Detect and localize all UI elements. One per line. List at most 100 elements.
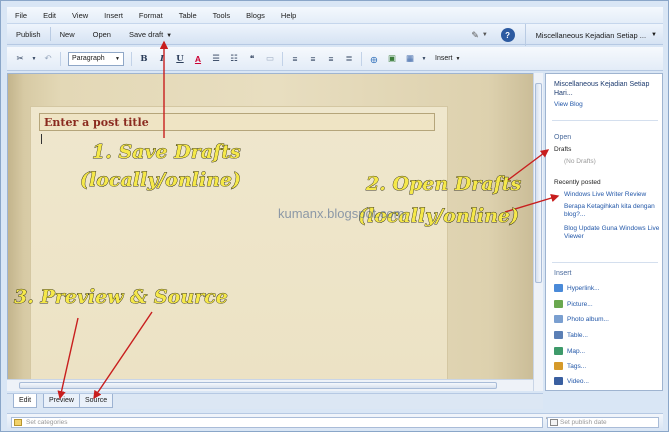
sidebar: Miscellaneous Kejadian Setiap Hari... Vi… xyxy=(545,73,663,391)
menu-view[interactable]: View xyxy=(64,11,96,20)
menu-help[interactable]: Help xyxy=(273,11,304,20)
scrollbar-thumb[interactable] xyxy=(535,83,542,283)
insert-video-item[interactable]: Video... xyxy=(554,376,589,386)
properties-bar: Set categories ▼ Set publish date xyxy=(7,413,663,429)
view-blog-link[interactable]: View Blog xyxy=(554,100,658,109)
chevron-down-icon: ▼ xyxy=(651,32,657,38)
cut-icon[interactable]: ✂ xyxy=(13,52,27,66)
insert-picture-icon[interactable]: ▣ xyxy=(385,52,399,66)
strikethrough-icon[interactable]: ▭ xyxy=(263,52,277,66)
menu-file[interactable]: File xyxy=(7,11,35,20)
paragraph-style-select[interactable]: Paragraph ▼ xyxy=(68,51,124,66)
insert-hyperlink-item[interactable]: Hyperlink... xyxy=(554,283,600,293)
menu-table[interactable]: Table xyxy=(171,11,205,20)
tags-icon xyxy=(554,362,563,370)
editor-vertical-scrollbar[interactable] xyxy=(533,73,543,391)
justify-icon[interactable]: ≣ xyxy=(342,52,356,66)
sidebar-blog-name: Miscellaneous Kejadian Setiap Hari... Vi… xyxy=(554,80,658,109)
insert-item-label: Video... xyxy=(567,377,589,385)
command-bar-right: ✎ ▼ ? Miscellaneous Kejadian Setiap ... ▼ xyxy=(469,24,663,46)
insert-picture-item[interactable]: Picture... xyxy=(554,299,593,309)
toolbar-separator xyxy=(131,51,132,66)
insert-map-item[interactable]: Map... xyxy=(554,346,585,356)
text-color-icon[interactable]: A xyxy=(191,52,205,66)
drafts-link[interactable]: Drafts xyxy=(554,146,571,153)
new-button[interactable]: New xyxy=(51,30,84,39)
hyperlink-icon[interactable]: 🜨 xyxy=(367,52,381,66)
insert-item-label: Hyperlink... xyxy=(567,284,600,292)
insert-dropdown-label: Insert xyxy=(435,55,453,62)
photo-album-icon xyxy=(554,315,563,323)
insert-item-label: Picture... xyxy=(567,300,593,308)
menu-edit[interactable]: Edit xyxy=(35,11,64,20)
sidebar-insert-heading: Insert xyxy=(554,270,572,277)
theme-brush-button[interactable]: ✎ ▼ xyxy=(469,27,491,43)
menu-insert[interactable]: Insert xyxy=(96,11,131,20)
numbered-list-icon[interactable]: ☰ xyxy=(209,52,223,66)
bulleted-list-icon[interactable]: ☷ xyxy=(227,52,241,66)
sidebar-divider xyxy=(552,120,658,121)
tab-preview[interactable]: Preview xyxy=(43,394,80,408)
insert-dropdown[interactable]: Insert ▼ xyxy=(435,55,460,62)
blockquote-icon[interactable]: ❝ xyxy=(245,52,259,66)
align-center-icon[interactable]: ≡ xyxy=(306,52,320,66)
publish-button[interactable]: Publish xyxy=(7,30,50,39)
italic-icon[interactable]: I xyxy=(155,52,169,66)
writer-window: File Edit View Insert Format Table Tools… xyxy=(0,0,669,432)
post-title-placeholder: Enter a post title xyxy=(44,116,149,129)
recent-post-item[interactable]: Windows Live Writer Review xyxy=(564,191,660,199)
sidebar-open-heading: Open xyxy=(554,134,572,141)
menu-tools[interactable]: Tools xyxy=(205,11,239,20)
tab-edit[interactable]: Edit xyxy=(13,394,38,408)
editor-horizontal-scrollbar[interactable] xyxy=(7,379,533,391)
bold-icon[interactable]: B xyxy=(137,52,151,66)
sidebar-blog-title: Miscellaneous Kejadian Setiap Hari... xyxy=(554,81,650,97)
blog-selector-label: Miscellaneous Kejadian Setiap ... xyxy=(535,30,647,40)
insert-tags-item[interactable]: Tags... xyxy=(554,361,586,371)
scrollbar-thumb[interactable] xyxy=(19,382,497,389)
undo-icon[interactable]: ↶ xyxy=(41,52,55,66)
table-dropdown-icon[interactable]: ▼ xyxy=(421,52,427,66)
blog-selector[interactable]: Miscellaneous Kejadian Setiap ... ▼ xyxy=(524,24,663,46)
folder-icon xyxy=(14,419,22,426)
menu-format[interactable]: Format xyxy=(131,11,171,20)
open-button[interactable]: Open xyxy=(84,30,120,39)
insert-table-item[interactable]: Table... xyxy=(554,330,588,340)
categories-field[interactable]: Set categories xyxy=(11,417,543,428)
chevron-down-icon: ▼ xyxy=(481,32,488,38)
cut-dropdown-icon[interactable]: ▼ xyxy=(31,52,37,66)
view-tabs: Edit Preview Source xyxy=(7,393,543,409)
align-left-icon[interactable]: ≡ xyxy=(288,52,302,66)
toolbar-separator xyxy=(60,51,61,66)
align-right-icon[interactable]: ≡ xyxy=(324,52,338,66)
brush-icon: ✎ xyxy=(471,29,479,40)
recently-posted-link[interactable]: Recently posted xyxy=(554,179,601,186)
help-button[interactable]: ? xyxy=(500,28,515,42)
no-drafts-label: (No Drafts) xyxy=(564,158,596,165)
chevron-down-icon[interactable]: ▼ xyxy=(166,33,172,39)
insert-item-label: Photo album... xyxy=(567,315,609,323)
post-title-input[interactable]: Enter a post title xyxy=(39,113,435,131)
tab-source[interactable]: Source xyxy=(79,394,114,408)
underline-icon[interactable]: U xyxy=(173,52,187,66)
toolbar-separator xyxy=(282,51,283,66)
sidebar-divider xyxy=(552,262,658,263)
recent-post-item[interactable]: Berapa Ketagihkah kita dengan blog?... xyxy=(564,203,660,219)
command-bar: Publish New Open Save draft ▼ ✎ ▼ ? Miscel… xyxy=(7,23,663,46)
paragraph-style-value: Paragraph xyxy=(72,55,105,62)
hyperlink-icon xyxy=(554,284,563,292)
menu-blogs[interactable]: Blogs xyxy=(238,11,273,20)
insert-item-label: Map... xyxy=(567,347,586,355)
chevron-down-icon: ▼ xyxy=(115,55,120,62)
picture-icon xyxy=(554,300,563,308)
categories-placeholder: Set categories xyxy=(26,419,68,426)
publish-date-placeholder: Set publish date xyxy=(560,419,607,426)
toolbar-separator xyxy=(361,51,362,66)
insert-photo-album-item[interactable]: Photo album... xyxy=(554,314,609,324)
publish-date-field[interactable]: Set publish date xyxy=(547,417,659,428)
recent-post-item[interactable]: Blog Update Guna Windows Live Viewer xyxy=(564,225,660,241)
post-body-area[interactable] xyxy=(30,106,448,390)
video-icon xyxy=(554,377,563,385)
save-draft-button[interactable]: Save draft ▼ xyxy=(120,30,181,39)
insert-table-icon[interactable]: ▦ xyxy=(403,52,417,66)
